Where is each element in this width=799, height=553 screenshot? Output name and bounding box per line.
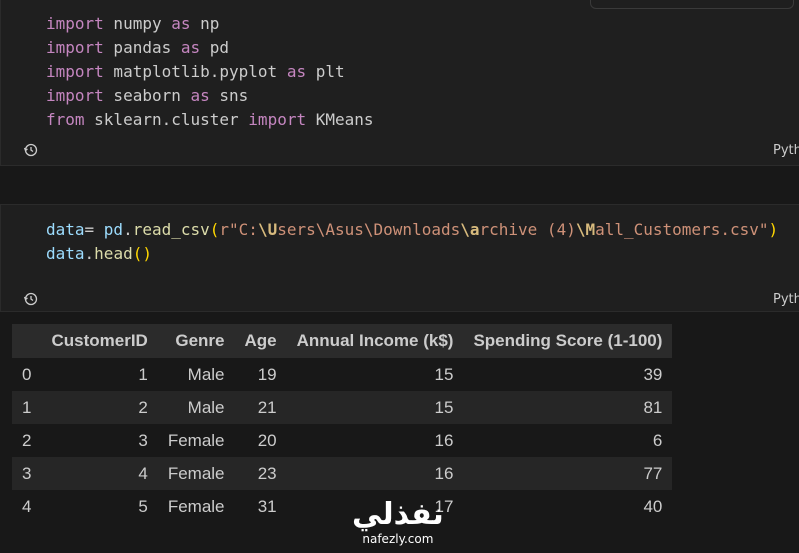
cell-genre: Female [157,457,235,490]
code-line-1: import numpy as np [46,14,220,33]
column-header-spending-score: Spending Score (1-100) [463,324,673,358]
cell-customerid: 2 [41,391,158,424]
cell-age: 21 [234,391,287,424]
table-row: 4 5 Female 31 17 40 [12,490,672,523]
cell-genre: Female [167,430,225,450]
row-index: 0 [22,364,32,384]
watermark-logo: نفذلي [352,497,444,532]
column-header-genre: Genre [157,324,235,358]
code-line-3: import matplotlib.pyplot as plt [46,62,345,81]
code-editor[interactable]: data= pd.read_csv(r"C:\Users\Asus\Downlo… [46,218,778,266]
row-index: 1 [12,391,42,424]
watermark: نفذلي nafezly.com [352,497,444,547]
cell-toolbar[interactable] [590,0,794,9]
cell-genre: Male [157,391,235,424]
cell-genre: Female [167,496,225,516]
cell-spending-score: 40 [643,496,663,516]
code-line-2: data.head() [46,244,152,263]
cell-language-label[interactable]: Pyth [773,292,799,307]
table-row: 0 1 Male 19 15 39 [12,358,672,391]
row-index: 4 [22,496,32,516]
table-row: 3 4 Female 23 16 77 [12,457,673,490]
execution-history-icon[interactable] [23,291,39,307]
table-header-row: CustomerID Genre Age Annual Income (k$) … [12,324,673,358]
cell-annual-income: 15 [286,391,464,424]
cell-annual-income: 16 [434,430,454,450]
execution-history-icon[interactable] [23,142,39,158]
code-line-5: from sklearn.cluster import KMeans [46,110,374,129]
cell-customerid: 1 [138,364,148,384]
row-index: 3 [12,457,42,490]
code-cell-read-csv[interactable]: data= pd.read_csv(r"C:\Users\Asus\Downlo… [0,204,799,312]
cell-spending-score: 6 [652,430,663,450]
code-cell-imports[interactable]: import numpy as np import pandas as pd i… [0,0,799,166]
cell-customerid: 4 [41,457,158,490]
code-line-1: data= pd.read_csv(r"C:\Users\Asus\Downlo… [46,220,779,239]
cell-annual-income: 16 [286,457,464,490]
code-line-2: import pandas as pd [46,38,230,57]
watermark-url: nafezly.com [362,532,434,546]
cell-customerid: 3 [138,430,148,450]
column-header-customerid: CustomerID [41,324,158,358]
cell-customerid: 5 [138,496,148,516]
cell-spending-score: 81 [463,391,673,424]
cell-language-label[interactable]: Pyth [773,143,799,158]
dataframe-table: CustomerID Genre Age Annual Income (k$) … [12,324,673,523]
cell-age: 31 [257,496,277,516]
cell-annual-income: 15 [434,364,454,384]
cell-spending-score: 39 [643,364,663,384]
row-index: 2 [22,430,32,450]
table-row: 1 2 Male 21 15 81 [12,391,673,424]
column-header-annual-income: Annual Income (k$) [286,324,464,358]
column-header-index [12,324,42,358]
code-editor[interactable]: import numpy as np import pandas as pd i… [46,12,374,132]
code-line-4: import seaborn as sns [46,86,249,105]
table-row: 2 3 Female 20 16 6 [12,424,672,457]
cell-output: CustomerID Genre Age Annual Income (k$) … [12,324,673,523]
column-header-age: Age [234,324,287,358]
cell-age: 20 [257,430,277,450]
cell-genre: Male [187,364,225,384]
cell-age: 23 [234,457,287,490]
cell-spending-score: 77 [463,457,673,490]
cell-age: 19 [257,364,277,384]
